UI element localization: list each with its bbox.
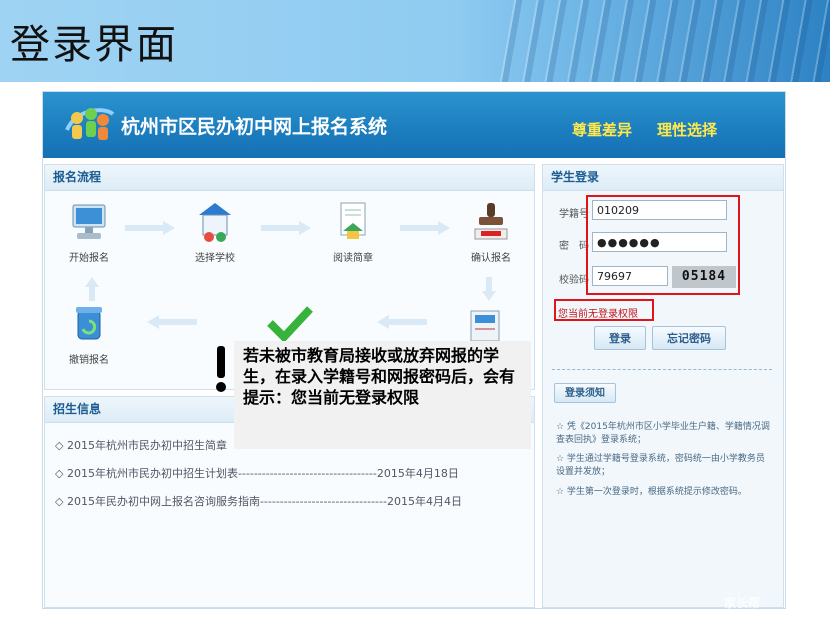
student-id-label: 学籍号	[559, 209, 589, 220]
arrow-left-icon	[147, 315, 197, 329]
step-label: 开始报名	[69, 253, 109, 264]
password-label: 密 码	[559, 241, 589, 252]
arrow-right-icon	[261, 221, 311, 235]
arrow-right-icon	[400, 221, 450, 235]
slide-title: 登录界面	[10, 22, 178, 68]
step-label: 阅读简章	[333, 253, 373, 264]
login-header: 学生登录	[543, 165, 783, 191]
arrow-left-icon	[377, 315, 427, 329]
arrow-right-icon	[125, 221, 175, 235]
computer-icon	[69, 201, 109, 243]
highlight-box-inputs	[586, 195, 740, 295]
recycle-bin-icon	[69, 303, 109, 345]
header-decoration	[500, 0, 830, 82]
slogan-1: 尊重差异	[572, 121, 633, 139]
tip-item: ☆ 学生第一次登录时，根据系统提示修改密码。	[556, 487, 747, 497]
arrow-up-icon	[85, 277, 99, 301]
login-tips-button[interactable]: 登录须知	[554, 383, 616, 403]
tip-item: ☆ 凭《2015年杭州市区小学毕业生户籍、学籍情况调查表回执》登录系统；	[556, 422, 770, 445]
step-choose-school[interactable]: 选择学校	[185, 201, 245, 264]
step-label: 选择学校	[195, 253, 235, 264]
news-item[interactable]: ◇ 2015年杭州市民办初中招生计划表---------------------…	[55, 465, 459, 481]
step-read-brochure[interactable]: 阅读简章	[323, 201, 383, 264]
news-item[interactable]: ◇ 2015年杭州市民办初中招生简章	[55, 437, 227, 453]
step-confirm[interactable]: 确认报名	[461, 201, 521, 264]
step-label: 确认报名	[471, 253, 511, 264]
stamp-icon	[471, 201, 511, 243]
document-icon	[333, 201, 373, 243]
login-button[interactable]: 登录	[594, 326, 646, 350]
step-cancel[interactable]: 撤销报名	[59, 303, 119, 366]
slogan-2: 理性选择	[657, 121, 718, 139]
annotation-callout: 若未被市教育局接收或放弃网报的学生，在录入学籍号和网报密码后，会有提示：您当前无…	[234, 341, 531, 449]
slide-header: 登录界面	[0, 0, 830, 82]
no-permission-notice: 您当前无登录权限	[558, 309, 638, 320]
process-header: 报名流程	[45, 165, 534, 191]
captcha-label: 校验码	[559, 275, 589, 286]
news-item[interactable]: ◇ 2015年民办初中网上报名咨询服务指南-------------------…	[55, 493, 462, 509]
step-label: 撤销报名	[69, 355, 109, 366]
site-banner: 杭州市区民办初中网上报名系统 尊重差异 理性选择	[43, 92, 785, 158]
forgot-password-button[interactable]: 忘记密码	[652, 326, 726, 350]
site-name: 杭州市区民办初中网上报名系统	[121, 116, 388, 138]
school-icon	[195, 201, 235, 243]
callout-text: 若未被市教育局接收或放弃网报的学生，在录入学籍号和网报密码后，会有提示：您当前无…	[243, 346, 516, 407]
exclamation-icon	[210, 344, 232, 394]
logo-icon	[63, 100, 115, 146]
step-start[interactable]: 开始报名	[59, 201, 119, 264]
watermark: 家长帮	[724, 596, 761, 610]
divider	[552, 369, 772, 370]
tip-item: ☆ 学生通过学籍号登录系统，密码统一由小学教务员设置并发放；	[556, 454, 765, 477]
arrow-down-icon	[482, 277, 496, 301]
